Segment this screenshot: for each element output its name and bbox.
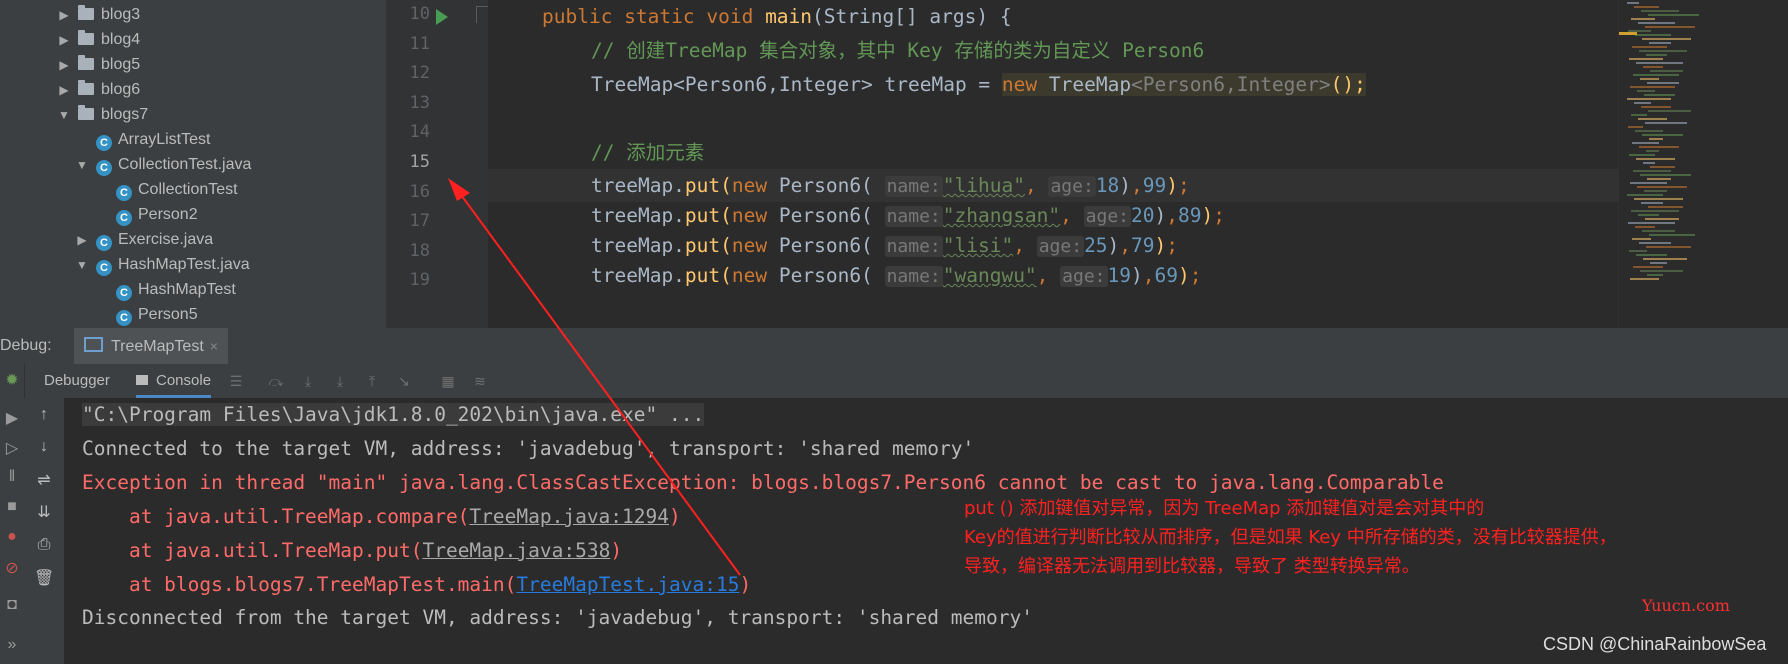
csdn-watermark: CSDN @ChinaRainbowSea <box>1543 634 1767 654</box>
site-watermark: Yuucn.com <box>1642 596 1730 615</box>
annotation-arrow <box>448 178 741 576</box>
